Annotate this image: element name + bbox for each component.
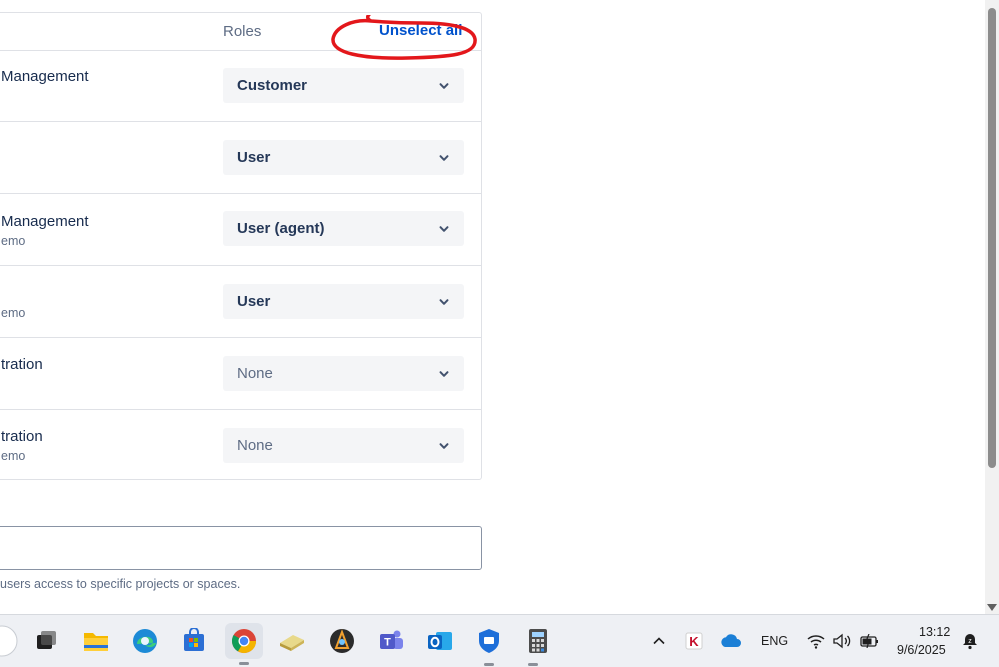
role-select-value: None [237, 437, 273, 454]
chrome-icon[interactable] [225, 623, 263, 665]
product-name: tration [1, 356, 43, 373]
product-row: emo User [0, 266, 481, 338]
chevron-down-icon [439, 155, 449, 161]
windows-taskbar: T K ENG 13:12 9/6/2025 z [0, 614, 999, 667]
product-subtitle: emo [1, 306, 26, 320]
roles-column-header: Roles [223, 23, 262, 40]
product-subtitle: emo [1, 234, 26, 248]
role-select-value: User [237, 149, 271, 166]
product-row: Management emo User (agent) [0, 194, 481, 266]
svg-text:K: K [689, 634, 699, 649]
chevron-down-icon [439, 226, 449, 232]
chevron-up-icon[interactable] [645, 625, 673, 657]
notepad-app-icon[interactable] [276, 625, 308, 657]
role-select-value: None [237, 365, 273, 382]
calculator-icon[interactable] [522, 625, 554, 666]
kaspersky-tray-icon[interactable]: K [680, 625, 708, 657]
product-row: User [0, 122, 481, 194]
role-select[interactable]: User [223, 284, 464, 319]
svg-text:z: z [968, 638, 972, 645]
chevron-down-icon [439, 443, 449, 449]
notification-bell-icon[interactable]: z [958, 625, 982, 657]
page-scrollbar[interactable] [985, 0, 999, 614]
edge-browser-icon[interactable] [129, 625, 161, 657]
language-indicator[interactable]: ENG [761, 634, 788, 648]
volume-icon[interactable] [829, 625, 855, 657]
product-name: Management [1, 68, 89, 85]
roles-header-row: Roles Unselect all [0, 13, 481, 51]
role-select-value: User [237, 293, 271, 310]
outlook-icon[interactable] [424, 625, 456, 657]
chevron-down-icon [439, 299, 449, 305]
role-select-value: User (agent) [237, 220, 325, 237]
onedrive-cloud-icon[interactable] [716, 625, 746, 657]
unselect-all-link[interactable]: Unselect all [379, 22, 462, 39]
task-view-icon[interactable] [30, 625, 62, 657]
clock-date[interactable]: 9/6/2025 [897, 643, 946, 657]
product-name: tration [1, 428, 43, 445]
role-select[interactable]: Customer [223, 68, 464, 103]
file-explorer-icon[interactable] [80, 625, 112, 657]
product-row: tration emo None [0, 410, 481, 481]
product-row: Management Customer [0, 50, 481, 122]
active-app-indicator [239, 662, 249, 665]
scroll-down-arrow-icon[interactable] [987, 604, 997, 611]
clock-time[interactable]: 13:12 [919, 625, 950, 639]
product-row: tration None [0, 338, 481, 410]
group-input-field[interactable] [0, 526, 482, 570]
shield-app-icon[interactable] [473, 625, 505, 666]
role-select[interactable]: None [223, 356, 464, 391]
scrollbar-thumb[interactable] [988, 8, 996, 468]
helper-text: users access to specific projects or spa… [0, 577, 241, 591]
product-subtitle: emo [1, 449, 26, 463]
teams-icon[interactable]: T [375, 625, 407, 657]
role-select[interactable]: None [223, 428, 464, 463]
chevron-down-icon [439, 371, 449, 377]
svg-text:T: T [384, 637, 391, 649]
role-select[interactable]: User [223, 140, 464, 175]
krita-app-icon[interactable] [326, 625, 358, 657]
battery-charging-icon[interactable] [856, 625, 884, 657]
start-partial-icon[interactable] [0, 625, 18, 657]
roles-panel: Roles Unselect all Management Customer U… [0, 12, 482, 480]
product-name: Management [1, 213, 89, 230]
chevron-down-icon [439, 83, 449, 89]
role-select-value: Customer [237, 77, 308, 94]
wifi-icon[interactable] [803, 625, 829, 657]
role-select[interactable]: User (agent) [223, 211, 464, 246]
microsoft-store-icon[interactable] [178, 625, 210, 657]
